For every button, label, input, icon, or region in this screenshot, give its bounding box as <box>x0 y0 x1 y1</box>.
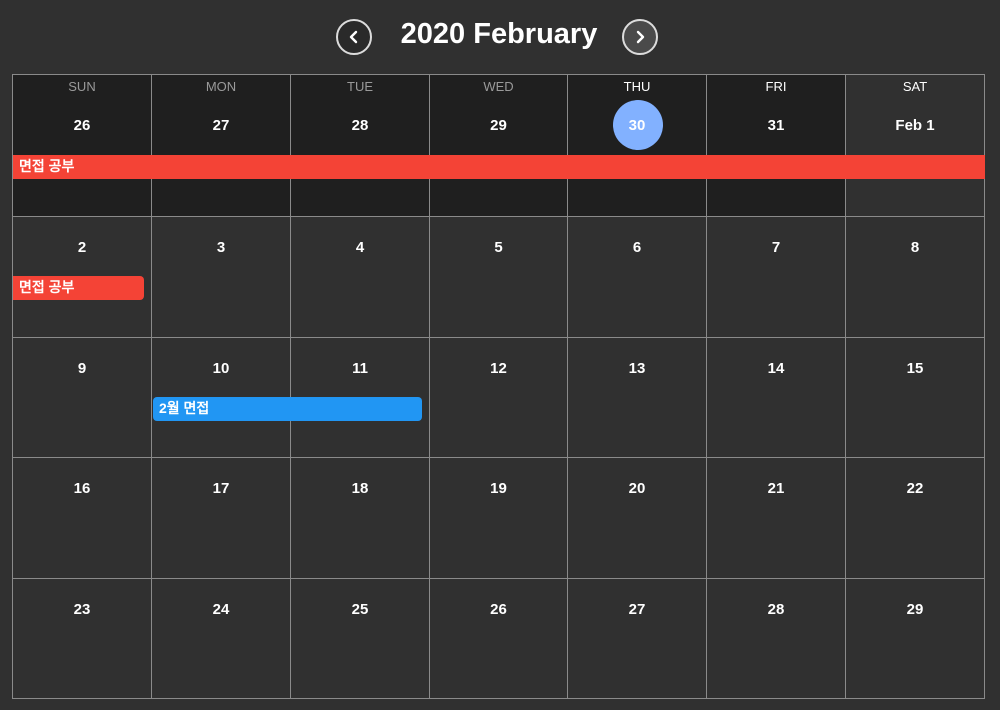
weekday-label: THU <box>623 79 651 94</box>
date-number[interactable]: 7 <box>707 239 845 256</box>
date-number[interactable]: 6 <box>568 239 706 256</box>
day-cell[interactable]: THU 30 <box>568 75 707 217</box>
day-cell[interactable]: 7 <box>707 217 846 338</box>
day-cell[interactable]: 18 <box>291 458 430 579</box>
date-number[interactable]: 23 <box>13 601 151 618</box>
day-cell[interactable]: 6 <box>568 217 707 338</box>
date-number[interactable]: 14 <box>707 360 845 377</box>
date-number[interactable]: 26 <box>430 601 567 618</box>
date-number[interactable]: 4 <box>291 239 429 256</box>
date-number[interactable]: 11 <box>291 360 429 377</box>
date-number[interactable]: 15 <box>846 360 984 377</box>
date-number[interactable]: 5 <box>430 239 567 256</box>
day-cell[interactable]: TUE 28 <box>291 75 430 217</box>
day-cell[interactable]: 3 <box>152 217 291 338</box>
day-cell[interactable]: 22 <box>846 458 985 579</box>
day-cell[interactable]: 8 <box>846 217 985 338</box>
day-cell[interactable]: 23 <box>13 579 152 699</box>
date-number[interactable]: 8 <box>846 239 984 256</box>
day-cell[interactable]: 16 <box>13 458 152 579</box>
day-cell[interactable]: 5 <box>430 217 568 338</box>
day-cell[interactable]: 27 <box>568 579 707 699</box>
day-cell[interactable]: 24 <box>152 579 291 699</box>
weekday-label: SUN <box>68 79 96 94</box>
day-cell[interactable]: 13 <box>568 338 707 458</box>
calendar-title: 2020 February <box>400 18 598 50</box>
date-number[interactable]: 18 <box>291 480 429 497</box>
date-number[interactable]: 10 <box>152 360 290 377</box>
weekday-label: SAT <box>902 79 928 94</box>
day-cell[interactable]: 19 <box>430 458 568 579</box>
date-number[interactable]: 3 <box>152 239 290 256</box>
calendar-header: 2020 February <box>0 0 1000 74</box>
date-number[interactable]: 24 <box>152 601 290 618</box>
day-cell[interactable]: 21 <box>707 458 846 579</box>
day-cell[interactable]: SUN 26 <box>13 75 152 217</box>
calendar-event[interactable]: 면접 공부 <box>13 155 985 179</box>
date-number[interactable]: 21 <box>707 480 845 497</box>
weekday-label: TUE <box>347 79 373 94</box>
date-number[interactable]: 13 <box>568 360 706 377</box>
date-number[interactable]: 31 <box>707 117 845 134</box>
weekday-label: FRI <box>765 79 787 94</box>
chevron-right-icon <box>636 30 645 44</box>
prev-month-button[interactable] <box>336 19 372 55</box>
date-number[interactable]: 26 <box>13 117 151 134</box>
today-date-number[interactable]: 30 <box>568 117 706 134</box>
calendar-event[interactable]: 2월 면접 <box>153 397 422 421</box>
date-number[interactable]: 17 <box>152 480 290 497</box>
day-cell[interactable]: 20 <box>568 458 707 579</box>
date-number[interactable]: 22 <box>846 480 984 497</box>
date-number[interactable]: Feb 1 <box>846 117 984 134</box>
day-cell[interactable]: 14 <box>707 338 846 458</box>
day-cell[interactable]: 28 <box>707 579 846 699</box>
day-cell[interactable]: 4 <box>291 217 430 338</box>
date-number[interactable]: 27 <box>568 601 706 618</box>
date-number[interactable]: 28 <box>707 601 845 618</box>
date-number[interactable]: 20 <box>568 480 706 497</box>
chevron-left-icon <box>349 30 358 44</box>
month-grid: SUN 26 MON 27 TUE 28 WED 29 THU 30 FRI 31 SAT Feb 123… <box>12 74 985 699</box>
day-cell[interactable]: SAT Feb 1 <box>846 75 985 217</box>
day-cell[interactable]: 25 <box>291 579 430 699</box>
date-number[interactable]: 29 <box>430 117 567 134</box>
date-number[interactable]: 12 <box>430 360 567 377</box>
day-cell[interactable]: MON 27 <box>152 75 291 217</box>
date-number[interactable]: 19 <box>430 480 567 497</box>
day-cell[interactable]: 15 <box>846 338 985 458</box>
day-cell[interactable]: 26 <box>430 579 568 699</box>
date-number[interactable]: 9 <box>13 360 151 377</box>
weekday-label: WED <box>483 79 514 94</box>
day-cell[interactable]: 17 <box>152 458 291 579</box>
day-cell[interactable]: 9 <box>13 338 152 458</box>
date-number[interactable]: 25 <box>291 601 429 618</box>
weekday-label: MON <box>205 79 237 94</box>
date-number[interactable]: 16 <box>13 480 151 497</box>
day-cell[interactable]: FRI 31 <box>707 75 846 217</box>
day-cell[interactable]: WED 29 <box>430 75 568 217</box>
date-number[interactable]: 2 <box>13 239 151 256</box>
date-number[interactable]: 28 <box>291 117 429 134</box>
next-month-button[interactable] <box>622 19 658 55</box>
calendar-event[interactable]: 면접 공부 <box>13 276 144 300</box>
date-number[interactable]: 27 <box>152 117 290 134</box>
day-cell[interactable]: 12 <box>430 338 568 458</box>
day-cell[interactable]: 29 <box>846 579 985 699</box>
date-number[interactable]: 29 <box>846 601 984 618</box>
